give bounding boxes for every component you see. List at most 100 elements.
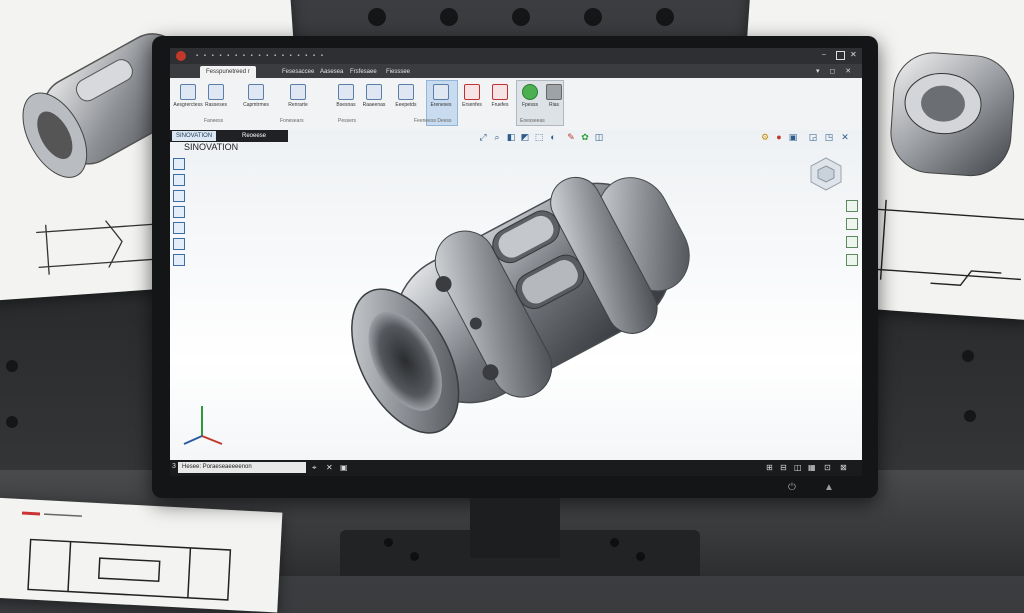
tree-node-icon[interactable] bbox=[173, 254, 185, 266]
shell-icon bbox=[398, 84, 414, 100]
tab-sketch[interactable]: Fesesaccee bbox=[282, 66, 314, 78]
zoom-fit-icon[interactable]: ⤢ bbox=[478, 132, 488, 142]
status-tool-icon[interactable]: ⌖ bbox=[312, 463, 321, 472]
wall-dot bbox=[512, 8, 530, 26]
status-tool-icon[interactable]: ◫ bbox=[794, 463, 803, 472]
layers-icon[interactable]: ◲ bbox=[808, 132, 818, 142]
extrude-icon bbox=[248, 84, 264, 100]
status-indicator-icon: 3 bbox=[172, 463, 176, 470]
power-icon[interactable]: ⏻ bbox=[788, 482, 796, 493]
settings-icon[interactable]: ⚙ bbox=[760, 132, 770, 142]
hide-show-icon[interactable]: ◐ bbox=[548, 132, 558, 142]
tab-feature-tree[interactable]: SINOVATION bbox=[172, 131, 217, 141]
status-bar: 3 Hesee: Poraeseaeeeenon ⌖ ✕ ▣ ⊞ ⊟ ◫ ▦ ⊡… bbox=[170, 460, 862, 476]
tab-assembly[interactable]: Aasesea bbox=[320, 66, 343, 78]
maximize-icon[interactable] bbox=[836, 51, 845, 60]
ribbon-button[interactable]: Rasseses bbox=[202, 84, 230, 108]
stand-hole bbox=[610, 538, 619, 547]
status-tool-icon[interactable]: ⊟ bbox=[780, 463, 789, 472]
revolve-icon bbox=[290, 84, 306, 100]
wall-dot bbox=[584, 8, 602, 26]
ribbon-toolbar: Aesgrerctess Rasseses Capmtrmes Renrarte… bbox=[170, 78, 862, 131]
mirror-icon bbox=[464, 84, 480, 100]
tree-node-icon[interactable] bbox=[173, 190, 185, 202]
monitor-stand-neck bbox=[470, 498, 560, 558]
ribbon-button[interactable]: Aesgrerctess bbox=[173, 84, 203, 108]
feature-tree-header: SINOVATION Reoeese bbox=[170, 130, 288, 142]
app-logo-icon bbox=[176, 51, 186, 61]
cad-application-window: ▪ ▪ ▪ ▪ ▪ ▪ ▪ ▪ ▪ ▪ ▪ ▪ ▪ ▪ ▪ ▪ ▪ – ✕ Fe… bbox=[170, 48, 862, 476]
scene-icon[interactable]: ✿ bbox=[580, 132, 590, 142]
ribbon-group-label: Feeneess Deess bbox=[414, 118, 452, 124]
ribbon-button[interactable]: Renrarte bbox=[284, 84, 312, 108]
status-tool-icon[interactable]: ▣ bbox=[340, 463, 349, 472]
tree-node-icon[interactable] bbox=[173, 238, 185, 250]
3d-viewport[interactable] bbox=[170, 130, 862, 460]
tree-node-icon[interactable] bbox=[173, 206, 185, 218]
ribbon-button[interactable]: Ereneses bbox=[427, 84, 455, 108]
render-tools-icon[interactable]: ◫ bbox=[594, 132, 604, 142]
appearances-icon[interactable]: ● bbox=[774, 132, 784, 142]
wall-dot bbox=[6, 416, 18, 428]
ribbon-button[interactable]: Rias bbox=[540, 84, 568, 108]
ribbon-button[interactable]: Bsesnas bbox=[332, 84, 360, 108]
scene-manager-icon[interactable]: ▣ bbox=[788, 132, 798, 142]
ribbon-group-label: Pessers bbox=[338, 118, 357, 124]
ribbon-button[interactable]: Ersenfes bbox=[458, 84, 486, 108]
title-bar: ▪ ▪ ▪ ▪ ▪ ▪ ▪ ▪ ▪ ▪ ▪ ▪ ▪ ▪ ▪ ▪ ▪ – ✕ bbox=[170, 48, 862, 64]
task-pane-icon[interactable] bbox=[846, 254, 858, 266]
collapse-panel-icon[interactable]: ✕ bbox=[840, 132, 850, 142]
quick-access-toolbar: ▪ ▪ ▪ ▪ ▪ ▪ ▪ ▪ ▪ ▪ ▪ ▪ ▪ ▪ ▪ ▪ ▪ bbox=[196, 53, 325, 59]
section-view-icon[interactable]: ◧ bbox=[506, 132, 516, 142]
tab-features[interactable]: Fesspunetreed r bbox=[200, 66, 256, 78]
stand-hole bbox=[384, 538, 393, 547]
zoom-area-icon[interactable]: ⌕ bbox=[492, 132, 502, 142]
task-pane-icon[interactable] bbox=[846, 218, 858, 230]
wall-dot bbox=[440, 8, 458, 26]
status-tool-icon[interactable]: ⊞ bbox=[766, 463, 775, 472]
tree-node-icon[interactable] bbox=[173, 222, 185, 234]
fillet-icon bbox=[338, 84, 354, 100]
render-icon bbox=[546, 84, 562, 100]
tab-render[interactable]: Fiesssee bbox=[386, 66, 410, 78]
triad-axes-icon[interactable] bbox=[178, 400, 228, 450]
appearance-icon bbox=[522, 84, 538, 100]
wall-dot bbox=[964, 410, 976, 422]
ribbon-button[interactable]: Capmtrmes bbox=[242, 84, 270, 108]
view-orientation-icon[interactable]: ⬚ bbox=[534, 132, 544, 142]
wall-dot bbox=[6, 360, 18, 372]
wall-dot bbox=[368, 8, 386, 26]
tab-evaluate[interactable]: Frsfesaee bbox=[350, 66, 377, 78]
status-tool-icon[interactable]: ▦ bbox=[808, 463, 817, 472]
stand-hole bbox=[410, 552, 419, 561]
part-icon bbox=[208, 84, 224, 100]
status-tool-icon[interactable]: ⊡ bbox=[824, 463, 833, 472]
ribbon-button[interactable]: Fruefes bbox=[486, 84, 514, 108]
task-pane-icon[interactable] bbox=[846, 200, 858, 212]
tree-node-icon[interactable] bbox=[173, 174, 185, 186]
stand-hole bbox=[636, 552, 645, 561]
ribbon-button[interactable]: Eeepetds bbox=[392, 84, 420, 108]
tree-node-icon[interactable] bbox=[173, 158, 185, 170]
pattern-icon bbox=[433, 84, 449, 100]
status-message: Hesee: Poraeseaeeeenon bbox=[178, 462, 306, 473]
tab-properties[interactable]: Reoeese bbox=[242, 131, 266, 141]
panel-toggle-icon[interactable]: ◳ bbox=[824, 132, 834, 142]
task-pane-icon[interactable] bbox=[846, 236, 858, 248]
wall-dot bbox=[656, 8, 674, 26]
part-model-3d[interactable] bbox=[170, 130, 862, 460]
ribbon-button[interactable]: Raaeenas bbox=[360, 84, 388, 108]
display-style-icon[interactable]: ◩ bbox=[520, 132, 530, 142]
minimize-icon[interactable]: – bbox=[822, 51, 830, 59]
chamfer-icon bbox=[366, 84, 382, 100]
ribbon-tabs: Fesspunetreed r Fesesaccee Aasesea Frsfe… bbox=[170, 64, 862, 78]
new-sketch-icon bbox=[180, 84, 196, 100]
status-tool-icon[interactable]: ✕ bbox=[326, 463, 335, 472]
status-tool-icon[interactable]: ⊠ bbox=[840, 463, 849, 472]
ribbon-group-label: Eoesseeas bbox=[520, 118, 545, 124]
edit-appearance-icon[interactable]: ✎ bbox=[566, 132, 576, 142]
ribbon-group-label: Fonesears bbox=[280, 118, 304, 124]
view-cube-icon[interactable] bbox=[808, 156, 844, 192]
close-icon[interactable]: ✕ bbox=[850, 50, 857, 59]
menu-arrow-icon[interactable]: ▲ bbox=[824, 482, 834, 493]
